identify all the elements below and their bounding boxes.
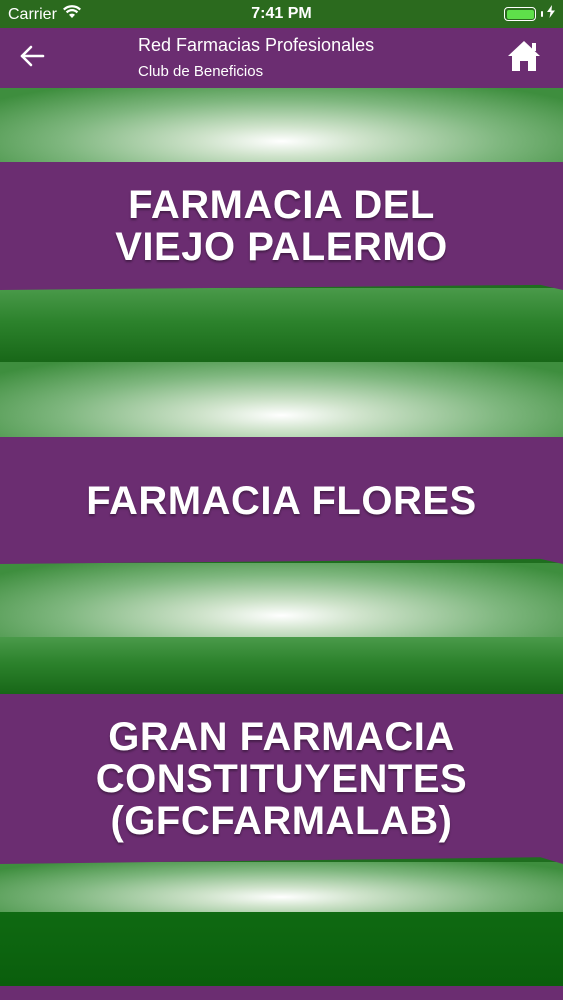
background-band bbox=[0, 362, 563, 438]
pharmacy-name: FARMACIA DEL VIEJO PALERMO bbox=[75, 184, 487, 268]
background-band bbox=[0, 288, 563, 364]
pharmacy-card[interactable]: GRAN FARMACIA CONSTITUYENTES (GFCFARMALA… bbox=[0, 694, 563, 864]
app-screen: Carrier 7:41 PM Red Farmacias Profesiona… bbox=[0, 0, 563, 1000]
pharmacy-name-line: FARMACIA FLORES bbox=[86, 478, 477, 523]
pharmacy-name-line: GRAN FARMACIA bbox=[108, 715, 455, 759]
home-button[interactable] bbox=[505, 40, 543, 76]
charging-bolt-icon bbox=[547, 5, 555, 23]
background-band bbox=[0, 88, 563, 164]
pharmacy-name-line: FARMACIA DEL bbox=[128, 183, 435, 227]
nav-title: Red Farmacias Profesionales bbox=[138, 35, 375, 55]
pharmacy-name-line: CONSTITUYENTES bbox=[95, 757, 468, 801]
battery-icon bbox=[504, 7, 536, 21]
status-bar: Carrier 7:41 PM bbox=[0, 0, 563, 28]
background-band bbox=[0, 912, 563, 986]
nav-bar: Red Farmacias Profesionales Club de Bene… bbox=[0, 28, 563, 88]
status-time: 7:41 PM bbox=[251, 5, 312, 22]
nav-titles: Red Farmacias Profesionales Club de Bene… bbox=[138, 34, 374, 82]
pharmacy-name: GRAN FARMACIA CONSTITUYENTES (GFCFARMALA… bbox=[56, 716, 507, 842]
nav-subtitle: Club de Beneficios bbox=[138, 63, 264, 80]
next-pharmacy-card-edge[interactable] bbox=[0, 986, 563, 1000]
pharmacy-name: FARMACIA FLORES bbox=[46, 480, 516, 522]
status-right bbox=[504, 5, 555, 23]
battery-cap bbox=[541, 11, 543, 17]
pharmacy-card[interactable]: FARMACIA FLORES bbox=[0, 437, 563, 564]
background-band bbox=[0, 637, 563, 695]
background-band bbox=[0, 563, 563, 638]
arrow-left-icon bbox=[19, 45, 45, 72]
home-icon bbox=[506, 39, 542, 78]
back-button[interactable] bbox=[16, 42, 48, 74]
pharmacy-name-line: (GFCFARMALAB) bbox=[110, 799, 453, 843]
pharmacy-card[interactable]: FARMACIA DEL VIEJO PALERMO bbox=[0, 162, 563, 290]
pharmacy-name-line: VIEJO PALERMO bbox=[115, 225, 448, 269]
background-band bbox=[0, 862, 563, 912]
